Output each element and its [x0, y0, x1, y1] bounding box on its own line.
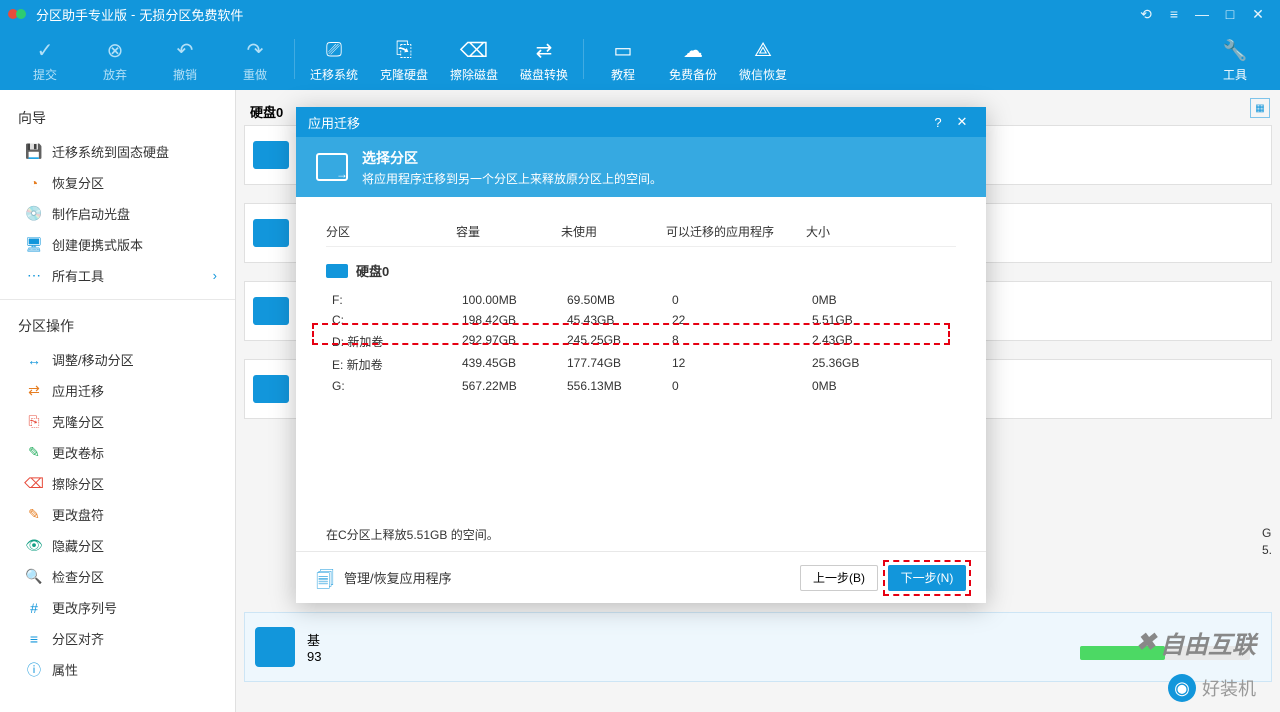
sidebar-icon: ↔ — [26, 352, 42, 368]
sidebar-item[interactable]: ✎更改盘符 — [0, 499, 235, 530]
sidebar-icon: ⌫ — [26, 476, 42, 492]
next-button[interactable]: 下一步(N) — [888, 565, 966, 591]
sidebar-item[interactable]: ⇄应用迁移 — [0, 375, 235, 406]
partition-row[interactable]: F:100.00MB69.50MB00MB — [326, 290, 956, 310]
dialog-footer: 🗐 管理/恢复应用程序 上一步(B) 下一步(N) — [296, 551, 986, 603]
manage-icon: 🗐 — [316, 568, 336, 588]
wizard-heading: 向导 — [0, 100, 235, 136]
sidebar-item[interactable]: #更改序列号 — [0, 592, 235, 623]
back-button[interactable]: 上一步(B) — [800, 565, 878, 591]
sidebar-icon: 🖥 — [26, 237, 42, 253]
partition-row[interactable]: E: 新加卷439.45GB177.74GB1225.36GB — [326, 353, 956, 376]
commit-button[interactable]: ✓提交 — [10, 36, 80, 83]
close-icon[interactable]: ✕ — [1244, 6, 1272, 23]
disk-group-icon — [326, 264, 348, 278]
sidebar: 向导 💾迁移系统到固态硬盘◔恢复分区💿制作启动光盘🖥创建便携式版本⋯所有工具› … — [0, 90, 236, 712]
redo-button[interactable]: ↷重做 — [220, 36, 290, 83]
sidebar-icon: # — [26, 600, 42, 616]
sidebar-item[interactable]: 🔍检查分区 — [0, 561, 235, 592]
dialog-title: 应用迁移 — [308, 113, 360, 132]
convert-disk-button[interactable]: ⇄磁盘转换 — [509, 36, 579, 83]
sidebar-icon: ⇄ — [26, 383, 42, 399]
sidebar-icon: ⎘ — [26, 414, 42, 430]
app-title: 分区助手专业版 — [36, 5, 127, 24]
undo-button[interactable]: ↶撤销 — [150, 36, 220, 83]
sidebar-item[interactable]: ◔恢复分区 — [0, 167, 235, 198]
sidebar-icon: ◔ — [26, 175, 42, 191]
dialog-header: 选择分区 将应用程序迁移到另一个分区上来释放原分区上的空间。 — [296, 137, 986, 197]
watermark-1: ✖自由互联 — [1136, 625, 1256, 660]
sidebar-item[interactable]: ⎘克隆分区 — [0, 406, 235, 437]
watermark-2: ◉好装机 — [1168, 674, 1256, 702]
sidebar-item[interactable]: ⋯所有工具› — [0, 260, 235, 291]
sidebar-icon: 💿 — [26, 206, 42, 222]
tutorial-button[interactable]: ▭教程 — [588, 36, 658, 83]
sidebar-icon: ✎ — [26, 507, 42, 523]
clone-disk-button[interactable]: ⎘克隆硬盘 — [369, 36, 439, 83]
sidebar-item[interactable]: ↔调整/移动分区 — [0, 344, 235, 375]
wechat-recover-button[interactable]: ⟁微信恢复 — [728, 36, 798, 83]
help-icon[interactable]: ? — [926, 115, 950, 130]
backup-button[interactable]: ☁免费备份 — [658, 36, 728, 83]
partition-row[interactable]: C:198.42GB45.43GB225.51GB — [326, 310, 956, 330]
sidebar-icon: ≡ — [26, 631, 42, 647]
minimize-icon[interactable]: — — [1188, 6, 1216, 22]
sidebar-item[interactable]: 💾迁移系统到固态硬盘 — [0, 136, 235, 167]
tools-button[interactable]: 🔧工具 — [1200, 36, 1270, 83]
eye-icon: ◉ — [1168, 674, 1196, 702]
disk-icon — [253, 375, 289, 403]
sidebar-icon: ✎ — [26, 445, 42, 461]
sidebar-item[interactable]: 🖥创建便携式版本 — [0, 229, 235, 260]
info-disk-icon — [255, 627, 295, 667]
chevron-right-icon: › — [213, 268, 217, 283]
sidebar-icon: ⋯ — [26, 268, 42, 284]
sidebar-item[interactable]: 👁隐藏分区 — [0, 530, 235, 561]
refresh-icon[interactable]: ⟲ — [1132, 6, 1160, 23]
sidebar-icon: 🔍 — [26, 569, 42, 585]
title-bar: 分区助手专业版 - 无损分区免费软件 ⟲ ≡ — □ ✕ — [0, 0, 1280, 28]
sidebar-item[interactable]: 💿制作启动光盘 — [0, 198, 235, 229]
app-logo-icon — [8, 6, 28, 22]
dialog-body: 分区 容量 未使用 可以迁移的应用程序 大小 硬盘0 F:100.00MB69.… — [296, 197, 986, 518]
partition-row[interactable]: D: 新加卷292.97GB245.25GB82.43GB — [326, 330, 956, 353]
disk-icon — [253, 141, 289, 169]
disk-icon — [253, 219, 289, 247]
app-migration-dialog: 应用迁移 ? ✕ 选择分区 将应用程序迁移到另一个分区上来释放原分区上的空间。 … — [296, 107, 986, 603]
migrate-os-button[interactable]: ⎚迁移系统 — [299, 36, 369, 83]
sidebar-icon: ⓘ — [26, 662, 42, 678]
status-text: 在C分区上释放5.51GB 的空间。 — [296, 518, 986, 551]
table-header: 分区 容量 未使用 可以迁移的应用程序 大小 — [326, 217, 956, 247]
discard-button[interactable]: ⊗放弃 — [80, 36, 150, 83]
sidebar-icon: 👁 — [26, 538, 42, 554]
menu-icon[interactable]: ≡ — [1160, 6, 1188, 22]
ops-heading: 分区操作 — [0, 308, 235, 344]
sidebar-item[interactable]: ✎更改卷标 — [0, 437, 235, 468]
folder-migrate-icon — [316, 153, 348, 181]
maximize-icon[interactable]: □ — [1216, 6, 1244, 22]
sidebar-item[interactable]: ⌫擦除分区 — [0, 468, 235, 499]
sidebar-item[interactable]: ⓘ属性 — [0, 654, 235, 685]
header-subtitle: 将应用程序迁移到另一个分区上来释放原分区上的空间。 — [362, 170, 662, 187]
manage-apps-link[interactable]: 🗐 管理/恢复应用程序 — [316, 568, 452, 588]
dialog-close-icon[interactable]: ✕ — [950, 114, 974, 130]
sidebar-icon: 💾 — [26, 144, 42, 160]
view-toggle-icon[interactable]: ▦ — [1250, 98, 1270, 118]
main-toolbar: ✓提交 ⊗放弃 ↶撤销 ↷重做 ⎚迁移系统 ⎘克隆硬盘 ⌫擦除磁盘 ⇄磁盘转换 … — [0, 28, 1280, 90]
header-title: 选择分区 — [362, 148, 662, 168]
disk-icon — [253, 297, 289, 325]
side-info: G5. — [1262, 525, 1272, 559]
app-subtitle: 无损分区免费软件 — [139, 5, 243, 24]
dialog-titlebar: 应用迁移 ? ✕ — [296, 107, 986, 137]
wipe-disk-button[interactable]: ⌫擦除磁盘 — [439, 36, 509, 83]
partition-row[interactable]: G:567.22MB556.13MB00MB — [326, 376, 956, 396]
disk-group: 硬盘0 — [326, 261, 956, 280]
sidebar-item[interactable]: ≡分区对齐 — [0, 623, 235, 654]
